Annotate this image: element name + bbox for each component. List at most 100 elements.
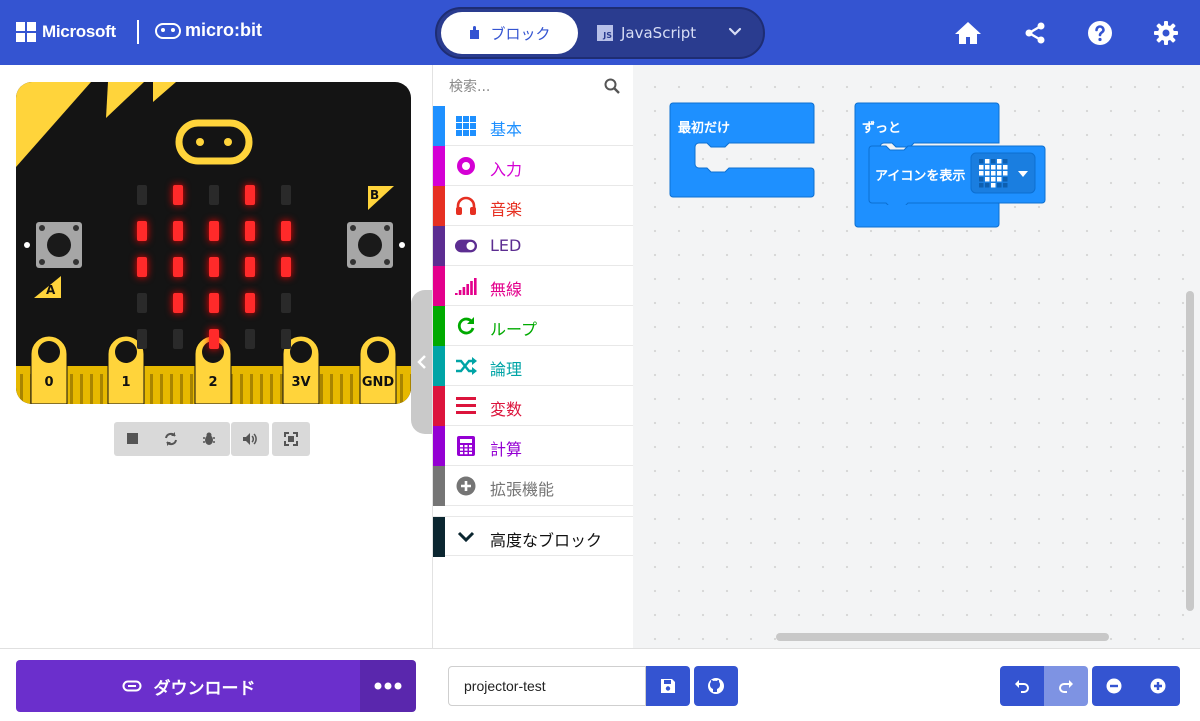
toolbox-search[interactable]: 検索... <box>433 65 634 107</box>
help-button[interactable] <box>1083 16 1117 50</box>
project-name-input[interactable] <box>448 666 646 706</box>
category-item[interactable]: 音楽 <box>433 186 634 226</box>
category-item[interactable]: 拡張機能 <box>433 466 634 506</box>
signal-bars-icon <box>455 275 477 297</box>
vertical-scrollbar[interactable] <box>1186 291 1194 611</box>
zoom-in-button[interactable] <box>1136 666 1180 706</box>
link-icon <box>122 680 141 692</box>
chevron-down-icon[interactable] <box>727 23 743 39</box>
zoom-in-icon <box>1150 678 1166 694</box>
led-off <box>137 329 147 349</box>
category-item[interactable]: LED <box>433 226 634 266</box>
category-label: 入力 <box>490 160 523 179</box>
category-label: 拡張機能 <box>490 480 555 499</box>
undo-icon <box>1015 680 1029 693</box>
category-item[interactable]: 入力 <box>433 146 634 186</box>
category-color-bar <box>433 146 445 186</box>
button-b[interactable] <box>347 222 393 268</box>
toolbox: 検索... 基本入力音楽 LED 無線 ループ 論理変数計算拡張機能 高度なブロック <box>432 65 634 648</box>
github-icon <box>708 678 724 694</box>
category-item[interactable]: 計算 <box>433 426 634 466</box>
button-a-label: A <box>46 283 56 297</box>
grid-icon <box>455 115 477 137</box>
led-on <box>173 221 183 241</box>
stop-icon <box>127 433 138 444</box>
microbit-label: micro:bit <box>185 20 263 40</box>
collapse-simulator-button[interactable] <box>411 290 433 434</box>
led-off <box>281 185 291 205</box>
settings-button[interactable] <box>1149 16 1183 50</box>
puzzle-icon <box>470 26 480 39</box>
pin-label: 3V <box>291 375 311 390</box>
save-button[interactable] <box>646 666 690 706</box>
category-item[interactable]: 論理 <box>433 346 634 386</box>
input-circle-icon <box>455 155 477 177</box>
ellipsis-icon <box>374 682 402 690</box>
forever-label: ずっと <box>862 121 902 136</box>
share-icon <box>1025 22 1045 44</box>
category-item[interactable]: 基本 <box>433 106 634 146</box>
speaker-icon <box>243 433 257 445</box>
category-color-bar <box>433 466 445 506</box>
bottom-toolbar: ダウンロード <box>0 648 1200 721</box>
category-label: 計算 <box>490 440 523 459</box>
tab-blocks[interactable]: ブロック <box>441 12 578 54</box>
horizontal-scrollbar[interactable] <box>776 633 1109 641</box>
led-off <box>281 293 291 313</box>
home-icon <box>955 22 981 44</box>
category-item[interactable]: 変数 <box>433 386 634 426</box>
toggle-icon <box>455 235 477 257</box>
download-button[interactable]: ダウンロード <box>16 660 361 712</box>
sound-button[interactable] <box>231 422 269 456</box>
icon-picker-dropdown[interactable] <box>971 153 1035 193</box>
help-icon <box>1088 21 1112 45</box>
category-item[interactable]: ループ <box>433 306 634 346</box>
led-on <box>173 257 183 277</box>
pin-label: 1 <box>121 375 131 390</box>
led-on <box>209 293 219 313</box>
microsoft-squares-icon <box>16 22 36 42</box>
tab-javascript[interactable]: JS JavaScript <box>597 12 696 54</box>
makecode-editor: Microsoft micro:bit ブロック JS JavaScript A… <box>0 0 1200 721</box>
editor-mode-toggle: ブロック JS JavaScript <box>435 7 765 59</box>
category-item[interactable]: 無線 <box>433 266 634 306</box>
home-button[interactable] <box>951 16 985 50</box>
download-label: ダウンロード <box>153 678 256 699</box>
sim-fullscreen <box>272 422 310 456</box>
github-button[interactable] <box>694 666 738 706</box>
led-on <box>137 221 147 241</box>
search-icon <box>604 78 620 94</box>
button-a[interactable] <box>36 222 82 268</box>
led-on <box>245 185 255 205</box>
more-options-button[interactable] <box>360 660 416 712</box>
led-on <box>173 293 183 313</box>
save-icon <box>661 679 675 693</box>
share-button[interactable] <box>1018 16 1052 50</box>
led-off <box>245 329 255 349</box>
stop-button[interactable] <box>114 422 152 456</box>
undo-button[interactable] <box>1000 666 1044 706</box>
led-on <box>173 185 183 205</box>
led-on <box>209 221 219 241</box>
restart-button[interactable] <box>152 422 190 456</box>
category-color-bar <box>433 106 445 146</box>
led-on <box>137 257 147 277</box>
led-on <box>281 221 291 241</box>
microsoft-logo[interactable]: Microsoft <box>16 22 116 42</box>
fullscreen-icon <box>284 432 298 446</box>
redo-button[interactable] <box>1044 666 1088 706</box>
zoom-out-button[interactable] <box>1092 666 1136 706</box>
headphones-icon <box>455 195 477 217</box>
category-advanced[interactable]: 高度なブロック <box>433 516 634 557</box>
led-on <box>245 221 255 241</box>
debug-button[interactable] <box>190 422 228 456</box>
loop-icon <box>455 315 477 337</box>
button-b-label: B <box>370 188 380 202</box>
category-label: 変数 <box>490 400 523 419</box>
blocks-workspace[interactable]: 最初だけ ずっと アイコンを表示 <box>633 65 1200 648</box>
category-label: LED <box>490 236 522 255</box>
category-label: 音楽 <box>490 200 523 219</box>
fullscreen-button[interactable] <box>272 422 310 456</box>
microbit-logo[interactable]: micro:bit <box>155 20 262 41</box>
js-icon: JS <box>597 25 613 41</box>
